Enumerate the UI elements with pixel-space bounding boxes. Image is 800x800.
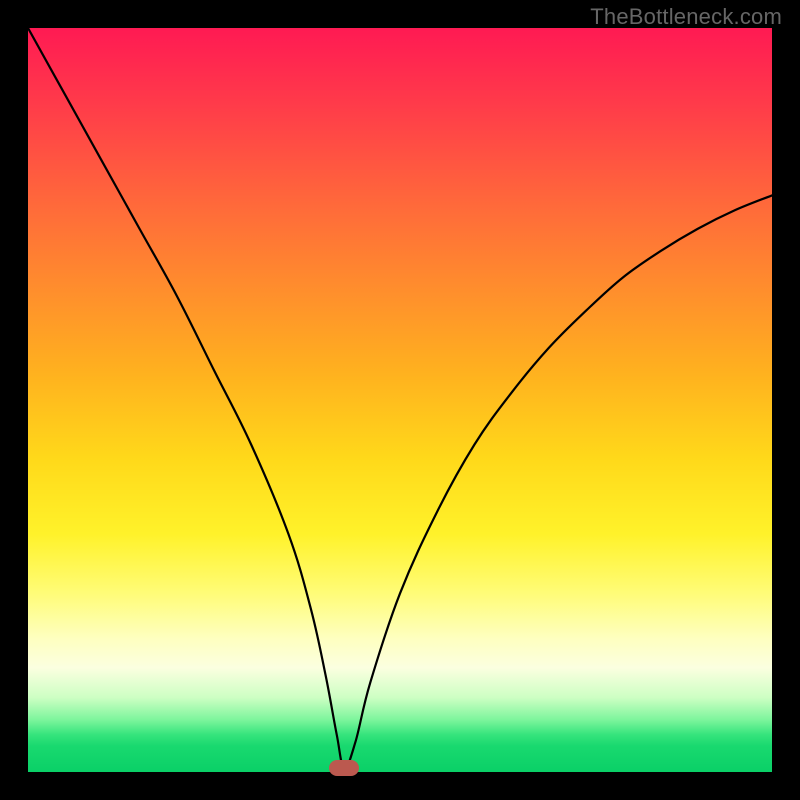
- bottleneck-curve: [28, 28, 772, 772]
- chart-frame: TheBottleneck.com: [0, 0, 800, 800]
- minimum-marker: [329, 760, 359, 776]
- plot-area: [28, 28, 772, 772]
- watermark-text: TheBottleneck.com: [590, 4, 782, 30]
